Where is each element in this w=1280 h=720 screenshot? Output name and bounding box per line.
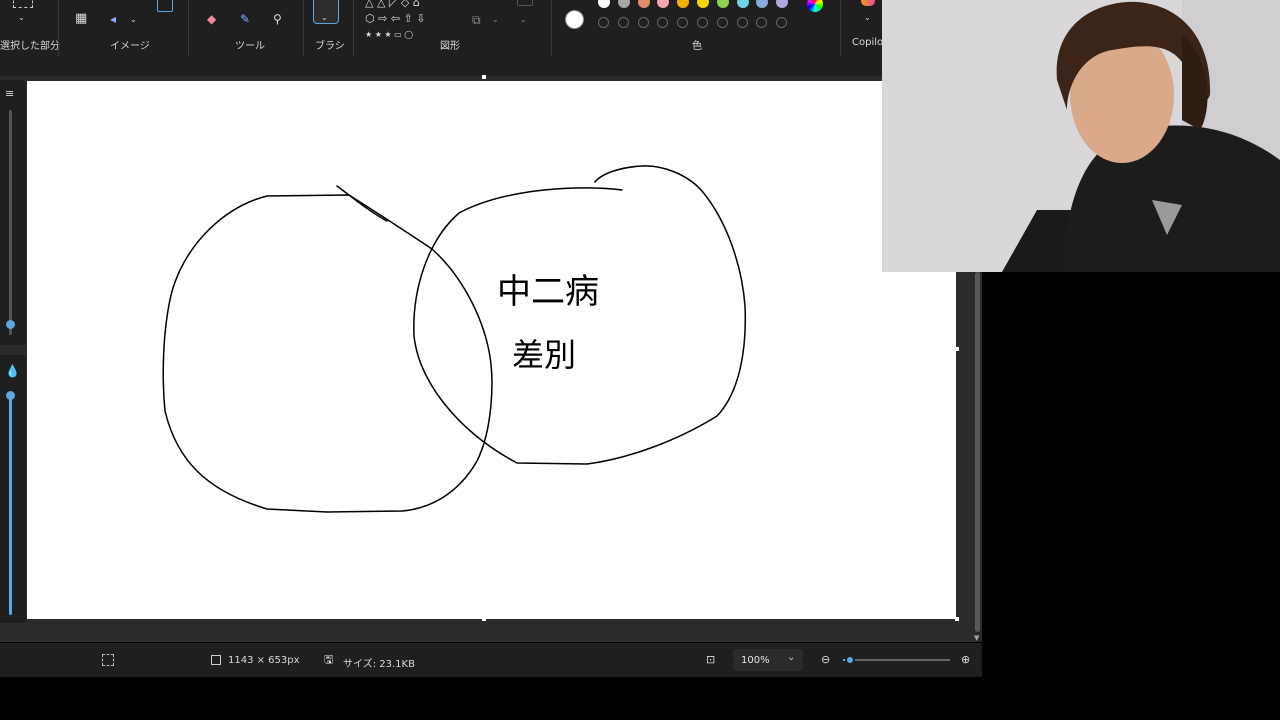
color-swatch[interactable] — [677, 0, 690, 8]
custom-color-slot[interactable] — [736, 17, 748, 28]
colors-group-label: 色 — [692, 41, 702, 52]
status-bar: 1143 × 653px 🖫 サイズ: 23.1KB ⊡ 100% ⌄ ⊖ ⊕ — [0, 643, 982, 677]
zoom-out-icon[interactable]: ⊖ — [821, 654, 830, 666]
opacity-slider-thumb[interactable] — [6, 391, 15, 400]
zoom-slider-thumb[interactable] — [845, 655, 856, 665]
fit-to-window-icon[interactable]: ⊡ — [706, 654, 715, 666]
chevron-down-icon[interactable]: ⌄ — [492, 14, 499, 26]
vertical-scrollbar[interactable] — [975, 272, 980, 632]
color-swatch[interactable] — [617, 0, 630, 8]
brush-size-panel: ≡ — [0, 80, 26, 345]
shape-fill-icon[interactable] — [517, 0, 533, 6]
divider — [58, 0, 59, 56]
custom-color-slot[interactable] — [617, 17, 629, 28]
select-icon[interactable] — [13, 0, 33, 8]
brushes-group-label: ブラシ — [315, 41, 345, 52]
color-swatch[interactable] — [598, 0, 610, 8]
color-swatch[interactable] — [697, 0, 709, 8]
custom-color-slot[interactable] — [756, 17, 768, 28]
file-size: サイズ: 23.1KB — [343, 659, 415, 670]
chevron-down-icon[interactable]: ⌄ — [864, 12, 871, 24]
selection-size-icon — [102, 654, 114, 666]
divider — [840, 0, 841, 56]
handwriting-line1: 中二病 — [497, 272, 599, 312]
divider — [188, 0, 189, 56]
zoom-value: 100% — [741, 655, 770, 666]
color-swatch[interactable] — [657, 0, 670, 8]
current-color-swatch[interactable] — [565, 10, 584, 29]
selection-group-label: 選択した部分 — [0, 41, 60, 52]
line-width-icon: ≡ — [5, 87, 15, 100]
size-slider-track[interactable] — [9, 110, 12, 335]
zoom-in-icon[interactable]: ⊕ — [961, 654, 970, 666]
custom-color-slot[interactable] — [716, 17, 728, 28]
eraser-icon[interactable]: ◆ — [207, 13, 216, 25]
custom-color-slot[interactable] — [657, 17, 669, 28]
resize-handle-bottom[interactable] — [482, 617, 486, 621]
webcam-overlay — [882, 0, 1280, 272]
resize-icon[interactable]: ◂ — [110, 13, 116, 25]
arrow-shapes-icon[interactable]: ⬡ ⇨ ⇦ ⇧ ⇩ — [365, 12, 425, 25]
left-circle-stroke — [162, 194, 493, 513]
triangle-shape-icon[interactable]: △ △ ◸ ◇ ⌂ — [365, 0, 420, 9]
color-swatch[interactable] — [637, 0, 650, 8]
custom-color-slot[interactable] — [598, 17, 609, 28]
opacity-drop-icon: 💧 — [5, 364, 20, 378]
zoom-slider-track[interactable] — [843, 655, 950, 665]
streamer-video-frame — [882, 0, 1280, 272]
handwriting-line2: 差別 — [512, 336, 576, 374]
ribbon-toolbar: ⌄ 選択した部分 ▦ ◂ ⌄ イメージ ◆ ✎ ⚲ ツール ⌄ ブラシ △ △ … — [0, 0, 887, 76]
star-shapes-icon[interactable]: ★ ★ ★ ▭ ◯ — [365, 30, 413, 39]
resize-handle-right[interactable] — [955, 347, 959, 351]
custom-color-slot[interactable] — [776, 17, 788, 28]
chevron-down-icon[interactable]: ⌄ — [321, 12, 328, 24]
custom-color-slot[interactable] — [697, 17, 708, 28]
color-swatch[interactable] — [756, 0, 769, 8]
zoom-dropdown[interactable]: 100% ⌄ — [733, 649, 803, 671]
drawing-canvas[interactable]: 中二病 差別 — [27, 81, 956, 619]
resize-handle-top[interactable] — [482, 75, 486, 79]
color-swatch[interactable] — [736, 0, 749, 8]
rotate-icon[interactable]: ▦ — [75, 12, 87, 25]
image-crop-icon[interactable] — [157, 0, 173, 12]
opacity-slider-track[interactable] — [9, 393, 12, 615]
custom-color-slot[interactable] — [677, 17, 689, 28]
divider — [303, 0, 304, 56]
drawing-strokes: 中二病 差別 — [162, 165, 747, 513]
custom-color-slot[interactable] — [637, 17, 649, 28]
size-slider-thumb[interactable] — [6, 320, 15, 329]
canvas-dimensions: 1143 × 653px — [228, 655, 300, 666]
shapes-group-label: 図形 — [440, 41, 460, 52]
color-swatch[interactable] — [716, 0, 729, 8]
save-icon: 🖫 — [324, 653, 334, 666]
right-circle-stroke — [413, 165, 747, 465]
magnifier-icon[interactable]: ⚲ — [273, 13, 282, 25]
color-swatch[interactable] — [776, 0, 789, 8]
chevron-down-icon: ⌄ — [787, 652, 796, 663]
opacity-panel: 💧 — [0, 355, 26, 623]
shape-outline-icon[interactable]: ⧉ — [472, 14, 481, 26]
chevron-down-icon[interactable]: ⌄ — [520, 14, 527, 26]
color-wheel-icon[interactable] — [807, 0, 823, 12]
image-group-label: イメージ — [110, 41, 150, 52]
chevron-down-icon[interactable]: ⌄ — [130, 14, 137, 26]
canvas-size-icon — [211, 655, 221, 665]
divider — [353, 0, 354, 56]
chevron-down-icon[interactable]: ⌄ — [18, 12, 25, 24]
color-picker-icon[interactable]: ✎ — [240, 13, 250, 25]
resize-handle-corner[interactable] — [955, 617, 959, 621]
copilot-icon[interactable] — [861, 0, 875, 6]
divider — [551, 0, 552, 56]
tools-group-label: ツール — [235, 41, 265, 52]
